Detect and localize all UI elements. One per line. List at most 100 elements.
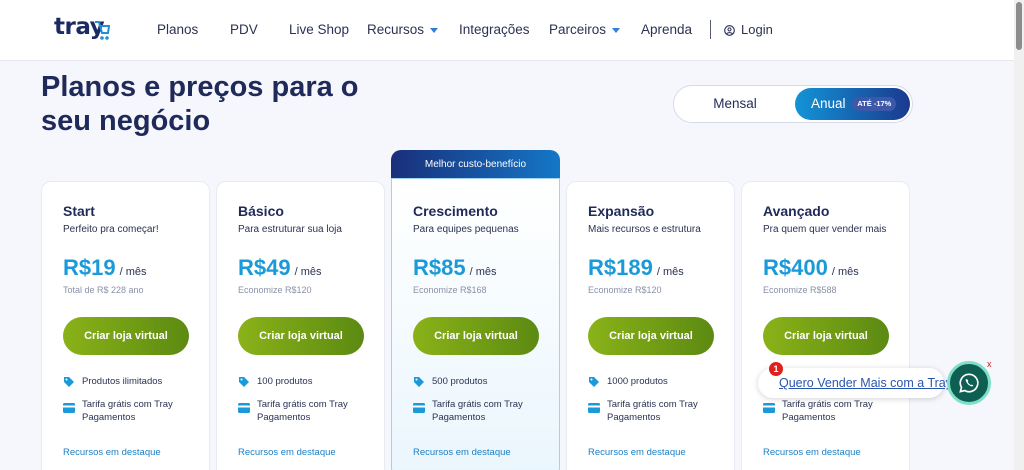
- price-note: Total de R$ 228 ano: [63, 285, 144, 295]
- feature-item: Tarifa grátis com Tray Pagamentos: [763, 398, 903, 424]
- featured-banner: Melhor custo-benefício: [391, 150, 560, 180]
- scrollbar-thumb[interactable]: [1016, 2, 1022, 50]
- resources-link[interactable]: Recursos em destaque: [63, 447, 161, 458]
- cart-icon: [95, 21, 110, 40]
- feature-item: Produtos ilimitados: [63, 375, 203, 388]
- chevron-down-icon: [612, 27, 621, 33]
- nav-aprenda[interactable]: Aprenda: [641, 22, 692, 37]
- chat-message-bubble[interactable]: Quero Vender Mais com a Tray: [758, 368, 952, 398]
- feature-text: Tarifa grátis com Tray Pagamentos: [257, 399, 348, 423]
- nav-parceiros-label: Parceiros: [549, 22, 607, 37]
- resources-link[interactable]: Recursos em destaque: [588, 447, 686, 458]
- chat-message-link[interactable]: Quero Vender Mais com a Tray: [779, 376, 952, 390]
- price-period: / mês: [119, 266, 147, 278]
- nav-recursos[interactable]: Recursos: [367, 22, 439, 37]
- credit-card-icon: [413, 403, 425, 413]
- plan-price: R$85: [413, 255, 466, 280]
- credit-card-icon: [588, 403, 600, 413]
- whatsapp-icon: [959, 373, 979, 393]
- price-note: Economize R$120: [238, 285, 312, 295]
- nav-planos[interactable]: Planos: [157, 22, 198, 37]
- tag-icon: [414, 377, 424, 387]
- feature-item: Tarifa grátis com Tray Pagamentos: [63, 398, 203, 424]
- create-store-button[interactable]: Criar loja virtual: [238, 317, 364, 355]
- page-scrollbar[interactable]: [1014, 0, 1024, 470]
- feature-item: Tarifa grátis com Tray Pagamentos: [413, 398, 553, 424]
- credit-card-icon: [238, 403, 250, 413]
- plan-price: R$19: [63, 255, 116, 280]
- feature-item: 500 produtos: [413, 375, 553, 388]
- create-store-button[interactable]: Criar loja virtual: [763, 317, 889, 355]
- plan-price: R$49: [238, 255, 291, 280]
- plan-description: Para equipes pequenas: [413, 224, 519, 235]
- plan-card-basico: Básico Para estruturar sua loja R$49/ mê…: [216, 181, 385, 470]
- feature-text: Tarifa grátis com Tray Pagamentos: [82, 399, 173, 423]
- price-note: Economize R$588: [763, 285, 837, 295]
- create-store-button[interactable]: Criar loja virtual: [63, 317, 189, 355]
- tag-icon: [589, 377, 599, 387]
- create-store-button[interactable]: Criar loja virtual: [588, 317, 714, 355]
- site-header: tray Planos PDV Live Shop Recursos Integ…: [0, 0, 1014, 61]
- price-line: R$19/ mês: [63, 255, 147, 281]
- login-link[interactable]: Login: [724, 22, 773, 37]
- plan-card-crescimento: Crescimento Para equipes pequenas R$85/ …: [391, 178, 560, 470]
- feature-item: 100 produtos: [238, 375, 378, 388]
- plan-description: Perfeito pra começar!: [63, 224, 159, 235]
- price-line: R$85/ mês: [413, 255, 497, 281]
- plan-description: Mais recursos e estrutura: [588, 224, 701, 235]
- plan-name: Básico: [238, 203, 284, 219]
- price-line: R$49/ mês: [238, 255, 322, 281]
- user-icon: [724, 25, 735, 36]
- credit-card-icon: [63, 403, 75, 413]
- price-period: / mês: [294, 266, 322, 278]
- price-period: / mês: [469, 266, 497, 278]
- plan-price: R$400: [763, 255, 828, 280]
- feature-text: 100 produtos: [257, 376, 313, 387]
- chevron-down-icon: [430, 27, 439, 33]
- plan-card-avancado: Avançado Pra quem quer vender mais R$400…: [741, 181, 910, 470]
- resources-link[interactable]: Recursos em destaque: [413, 447, 511, 458]
- price-note: Economize R$168: [413, 285, 487, 295]
- toggle-monthly[interactable]: Mensal: [674, 86, 796, 122]
- page-title: Planos e preços para o seu negócio: [41, 71, 359, 137]
- nav-divider: [710, 20, 711, 39]
- close-icon[interactable]: x: [987, 359, 992, 369]
- tag-icon: [64, 377, 74, 387]
- whatsapp-button[interactable]: [947, 361, 991, 405]
- nav-pdv[interactable]: PDV: [230, 22, 258, 37]
- feature-text: Tarifa grátis com Tray Pagamentos: [432, 399, 523, 423]
- price-period: / mês: [831, 266, 859, 278]
- tray-logo[interactable]: tray: [54, 14, 114, 46]
- billing-toggle: Mensal Anual ATÉ -17%: [673, 85, 913, 123]
- feature-text: Produtos ilimitados: [82, 376, 163, 387]
- plan-card-expansao: Expansão Mais recursos e estrutura R$189…: [566, 181, 735, 470]
- toggle-annual-label: Anual: [811, 96, 846, 111]
- feature-item: Tarifa grátis com Tray Pagamentos: [588, 398, 728, 424]
- feature-item: Tarifa grátis com Tray Pagamentos: [238, 398, 378, 424]
- plan-price: R$189: [588, 255, 653, 280]
- plan-name: Crescimento: [413, 203, 498, 219]
- nav-parceiros[interactable]: Parceiros: [549, 22, 621, 37]
- plan-name: Avançado: [763, 203, 830, 219]
- price-line: R$400/ mês: [763, 255, 859, 281]
- plan-name: Start: [63, 203, 95, 219]
- price-period: / mês: [656, 266, 684, 278]
- discount-badge: ATÉ -17%: [852, 97, 897, 111]
- feature-item: 1000 produtos: [588, 375, 728, 388]
- feature-text: Tarifa grátis com Tray Pagamentos: [782, 399, 873, 423]
- nav-recursos-label: Recursos: [367, 22, 425, 37]
- plan-description: Para estruturar sua loja: [238, 224, 342, 235]
- login-label: Login: [741, 22, 773, 37]
- resources-link[interactable]: Recursos em destaque: [763, 447, 861, 458]
- toggle-annual[interactable]: Anual ATÉ -17%: [795, 88, 910, 120]
- nav-integracoes[interactable]: Integrações: [459, 22, 530, 37]
- plan-name: Expansão: [588, 203, 655, 219]
- price-note: Economize R$120: [588, 285, 662, 295]
- plan-card-start: Start Perfeito pra começar! R$19/ mês To…: [41, 181, 210, 470]
- feature-text: 500 produtos: [432, 376, 488, 387]
- resources-link[interactable]: Recursos em destaque: [238, 447, 336, 458]
- feature-text: Tarifa grátis com Tray Pagamentos: [607, 399, 698, 423]
- create-store-button[interactable]: Criar loja virtual: [413, 317, 539, 355]
- nav-live-shop[interactable]: Live Shop: [289, 22, 349, 37]
- credit-card-icon: [763, 403, 775, 413]
